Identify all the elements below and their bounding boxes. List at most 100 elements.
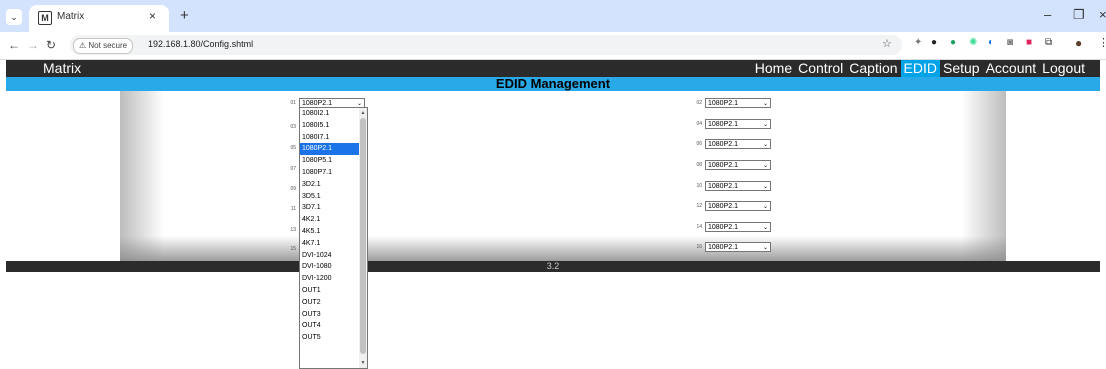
nav-home[interactable]: Home bbox=[752, 60, 795, 77]
restore-icon[interactable]: ❐ bbox=[1073, 7, 1085, 23]
extension-camera-icon[interactable]: ◙ bbox=[1007, 37, 1013, 48]
chevron-down-icon: ⌄ bbox=[762, 184, 768, 190]
edid-select-02[interactable]: 1080P2.1 ⌄ bbox=[705, 98, 771, 108]
edid-options-list[interactable]: 1080I2.1 1080I5.1 1080I7.1 1080P2.1 1080… bbox=[299, 107, 368, 369]
extensions-puzzle-icon[interactable]: ⧉ bbox=[1045, 37, 1052, 48]
profile-icon[interactable]: ● bbox=[1075, 36, 1082, 50]
dropdown-scrollbar[interactable]: ▲ ▼ bbox=[359, 108, 367, 368]
option-item[interactable]: 3D7.1 bbox=[300, 202, 367, 214]
nav-control[interactable]: Control bbox=[795, 60, 846, 77]
scroll-down-icon[interactable]: ▼ bbox=[359, 358, 367, 368]
nav-logout[interactable]: Logout bbox=[1039, 60, 1088, 77]
chevron-down-icon: ⌄ bbox=[762, 122, 768, 128]
more-icon[interactable]: ⋮ bbox=[1098, 36, 1106, 49]
port-row-13: 13 bbox=[286, 227, 299, 233]
port-row-15: 15 bbox=[286, 246, 299, 252]
new-tab-plus-icon[interactable]: + bbox=[180, 7, 189, 24]
url-text[interactable]: 192.168.1.80/Config.shtml bbox=[148, 39, 253, 49]
close-icon[interactable]: × bbox=[149, 9, 156, 23]
option-item[interactable]: 4K7.1 bbox=[300, 238, 367, 250]
chevron-down-icon: ⌄ bbox=[762, 101, 768, 107]
edid-select-10[interactable]: 1080P2.1 ⌄ bbox=[705, 181, 771, 191]
option-item[interactable]: DVI-1024 bbox=[300, 250, 367, 262]
nav-caption[interactable]: Caption bbox=[846, 60, 900, 77]
tab-favicon-icon: M bbox=[38, 11, 52, 25]
nav-edid[interactable]: EDID bbox=[900, 60, 940, 77]
tab-search-chevron-down-icon[interactable]: ⌄ bbox=[6, 9, 22, 25]
chevron-down-icon: ⌄ bbox=[762, 163, 768, 169]
select-value: 1080P2.1 bbox=[302, 100, 332, 107]
port-number: 13 bbox=[290, 227, 296, 233]
scroll-thumb[interactable] bbox=[360, 118, 366, 354]
option-item[interactable]: OUT5 bbox=[300, 332, 367, 344]
extension-blue-icon[interactable]: ◐ bbox=[988, 37, 994, 48]
option-item-selected[interactable]: 1080P2.1 bbox=[300, 143, 367, 156]
security-label: Not secure bbox=[88, 41, 128, 50]
extension-red-icon[interactable]: ■ bbox=[1026, 37, 1032, 48]
port-number: 14 bbox=[696, 224, 702, 230]
port-number: 08 bbox=[696, 162, 702, 168]
port-number: 10 bbox=[696, 183, 702, 189]
edid-select-16[interactable]: 1080P2.1 ⌄ bbox=[705, 242, 771, 252]
scroll-up-icon[interactable]: ▲ bbox=[359, 108, 367, 118]
port-number: 11 bbox=[290, 206, 296, 212]
port-row-11: 11 bbox=[286, 206, 299, 212]
port-row-06: 06 1080P2.1 ⌄ bbox=[692, 139, 771, 149]
port-number: 15 bbox=[290, 246, 296, 252]
option-item[interactable]: 1080P5.1 bbox=[300, 155, 367, 167]
port-number: 09 bbox=[290, 186, 296, 192]
option-item[interactable]: OUT2 bbox=[300, 297, 367, 309]
option-item[interactable]: OUT3 bbox=[300, 309, 367, 321]
extension-green-icon[interactable]: ● bbox=[950, 37, 956, 48]
port-row-08: 08 1080P2.1 ⌄ bbox=[692, 160, 771, 170]
edid-select-08[interactable]: 1080P2.1 ⌄ bbox=[705, 160, 771, 170]
port-row-03: 03 bbox=[286, 124, 299, 130]
select-value: 1080P2.1 bbox=[708, 183, 738, 190]
address-bar[interactable]: ⚠ Not secure 192.168.1.80/Config.shtml ☆ bbox=[70, 35, 902, 55]
browser-tab[interactable]: M Matrix × bbox=[29, 5, 169, 32]
extension-pin-icon[interactable]: ✦ bbox=[914, 37, 922, 48]
option-item[interactable]: 1080I2.1 bbox=[300, 108, 367, 120]
option-item[interactable]: DVI-1080 bbox=[300, 261, 367, 273]
option-item[interactable]: 1080I7.1 bbox=[300, 132, 367, 144]
forward-icon[interactable]: → bbox=[27, 38, 39, 52]
edid-select-06[interactable]: 1080P2.1 ⌄ bbox=[705, 139, 771, 149]
port-row-09: 09 bbox=[286, 186, 299, 192]
port-row-02: 02 1080P2.1 ⌄ bbox=[692, 98, 771, 108]
reload-icon[interactable]: ↻ bbox=[46, 38, 56, 52]
app-brand: Matrix bbox=[43, 60, 82, 76]
option-item[interactable]: 1080I5.1 bbox=[300, 120, 367, 132]
port-number: 01 bbox=[290, 100, 296, 106]
port-number: 04 bbox=[696, 121, 702, 127]
option-item[interactable]: 3D5.1 bbox=[300, 191, 367, 203]
minimize-icon[interactable]: – bbox=[1044, 7, 1051, 22]
app-header: Matrix Home Control Caption EDID Setup A… bbox=[6, 60, 1100, 77]
option-item[interactable]: OUT1 bbox=[300, 285, 367, 297]
panel-shadow bbox=[120, 236, 1006, 261]
option-item[interactable]: 1080P7.1 bbox=[300, 167, 367, 179]
edid-select-14[interactable]: 1080P2.1 ⌄ bbox=[705, 222, 771, 232]
chevron-down-icon: ⌄ bbox=[762, 204, 768, 210]
select-value: 1080P2.1 bbox=[708, 121, 738, 128]
select-value: 1080P2.1 bbox=[708, 141, 738, 148]
chevron-down-icon: ⌄ bbox=[762, 245, 768, 251]
option-item[interactable]: 4K2.1 bbox=[300, 214, 367, 226]
option-item[interactable]: 4K5.1 bbox=[300, 226, 367, 238]
port-row-14: 14 1080P2.1 ⌄ bbox=[692, 222, 771, 232]
back-icon[interactable]: ← bbox=[8, 38, 20, 52]
option-item[interactable]: DVI-1200 bbox=[300, 273, 367, 285]
edid-select-04[interactable]: 1080P2.1 ⌄ bbox=[705, 119, 771, 129]
nav-account[interactable]: Account bbox=[983, 60, 1040, 77]
page-title: EDID Management bbox=[6, 77, 1100, 91]
edid-select-12[interactable]: 1080P2.1 ⌄ bbox=[705, 201, 771, 211]
port-row-12: 12 1080P2.1 ⌄ bbox=[692, 201, 771, 211]
security-indicator[interactable]: ⚠ Not secure bbox=[73, 38, 134, 54]
option-item[interactable]: 3D2.1 bbox=[300, 179, 367, 191]
close-window-icon[interactable]: × bbox=[1099, 7, 1106, 22]
nav-setup[interactable]: Setup bbox=[940, 60, 983, 77]
extension-dot-icon[interactable]: ● bbox=[931, 37, 937, 48]
star-icon[interactable]: ☆ bbox=[882, 37, 892, 50]
extension-teal-icon[interactable]: ✺ bbox=[969, 37, 977, 48]
chevron-down-icon: ⌄ bbox=[762, 142, 768, 148]
option-item[interactable]: OUT4 bbox=[300, 320, 367, 332]
